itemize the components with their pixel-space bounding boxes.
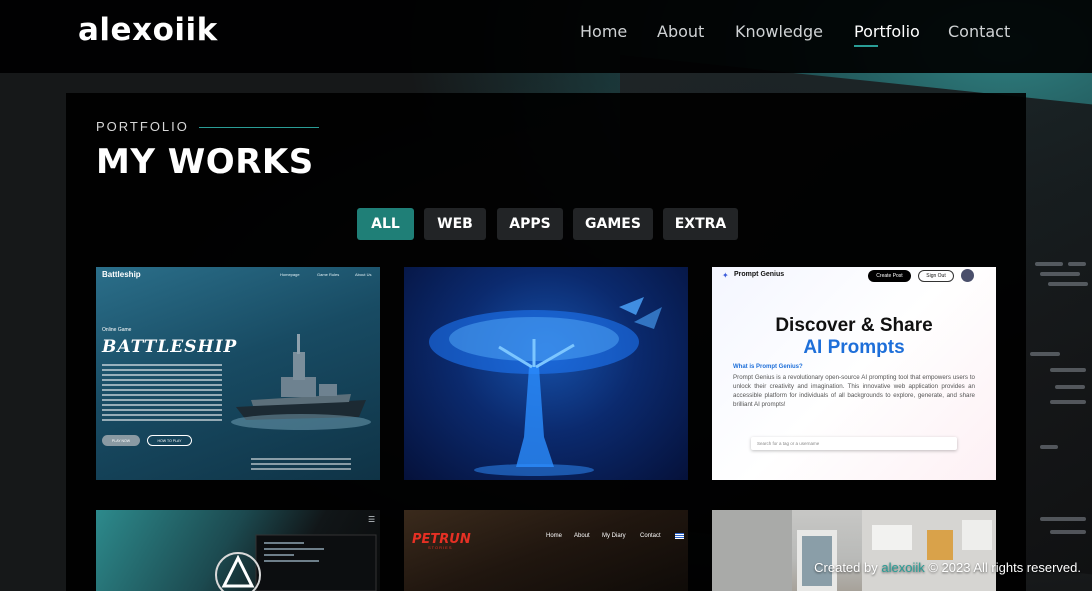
card-nav-item: About	[574, 533, 590, 539]
card-nav-item: My Diary	[602, 533, 626, 539]
filter-games-button[interactable]: GAMES	[573, 208, 653, 240]
footer-copyright: © 2023 All rights reserved.	[928, 560, 1081, 575]
eyebrow-divider	[199, 127, 319, 128]
portfolio-card-workspace[interactable]: ☰	[96, 510, 380, 591]
nav-about[interactable]: About	[657, 22, 704, 41]
filter-all-button[interactable]: ALL	[357, 208, 414, 240]
footer-author-link[interactable]: alexoiik	[881, 560, 924, 575]
portfolio-card-prompt-genius[interactable]: ✦ Prompt Genius Create Post Sign Out Dis…	[712, 267, 996, 480]
card-brand: Battleship	[102, 270, 141, 279]
section-eyebrow: PORTFOLIO	[96, 119, 189, 134]
portfolio-card-interior[interactable]	[712, 510, 996, 591]
top-navbar: alexoiik Home About Knowledge Portfolio …	[0, 0, 1092, 73]
filter-web-button[interactable]: WEB	[424, 208, 486, 240]
nav-knowledge[interactable]: Knowledge	[735, 22, 823, 41]
card-signout-button: Sign Out	[918, 270, 954, 282]
card-nav-item: Home	[546, 533, 563, 539]
card-description: Prompt Genius is a revolutionary open-so…	[733, 374, 975, 408]
card-search-input: Search for a tag or a username	[751, 437, 957, 450]
portfolio-card-petrun[interactable]: PETRUN STORIES Home About My Diary Conta…	[404, 510, 688, 591]
battleship-image	[231, 334, 371, 430]
card-description-lines	[102, 364, 222, 424]
card-nav-item: About Us	[355, 272, 372, 277]
portfolio-card-digital-tree[interactable]	[404, 267, 688, 480]
nav-active-indicator	[854, 45, 878, 47]
digital-tree-image	[429, 297, 662, 476]
portfolio-card-battleship[interactable]: Battleship Homepage Game Rules About Us …	[96, 267, 380, 480]
greek-flag-icon	[675, 533, 684, 539]
nav-contact[interactable]: Contact	[948, 22, 1010, 41]
site-logo[interactable]: alexoiik	[78, 12, 218, 48]
card-nav-item: Homepage	[280, 272, 300, 277]
nav-home[interactable]: Home	[580, 22, 627, 41]
filter-extra-button[interactable]: EXTRA	[663, 208, 738, 240]
card-play-button: PLAY NOW	[102, 435, 140, 446]
card-brand: Prompt Genius	[734, 271, 785, 278]
card-footer-lines	[251, 458, 351, 470]
card-title: BATTLESHIP	[102, 337, 238, 357]
interior-image	[712, 510, 996, 591]
card-tag: Online Game	[102, 327, 132, 333]
card-headline-accent: AI Prompts	[803, 337, 905, 358]
card-howto-button: HOW TO PLAY	[147, 435, 192, 446]
page-title: MY WORKS	[96, 142, 314, 182]
footer-credit: Created by alexoiik © 2023 All rights re…	[814, 560, 1081, 575]
card-headline: Discover & Share	[775, 315, 933, 336]
nav-portfolio[interactable]: Portfolio	[854, 22, 920, 41]
card-nav-item: Contact	[640, 533, 661, 539]
card-create-post-button: Create Post	[868, 270, 911, 282]
filter-apps-button[interactable]: APPS	[497, 208, 563, 240]
footer-prefix: Created by	[814, 560, 878, 575]
petrun-logo-sub: STORIES	[428, 545, 453, 550]
prompt-genius-logo-icon: ✦	[722, 271, 729, 280]
svg-text:☰: ☰	[368, 515, 375, 524]
card-nav-item: Game Rules	[317, 272, 340, 277]
avatar	[961, 269, 974, 282]
card-question: What is Prompt Genius?	[733, 364, 803, 370]
workspace-image: ☰	[215, 515, 377, 591]
